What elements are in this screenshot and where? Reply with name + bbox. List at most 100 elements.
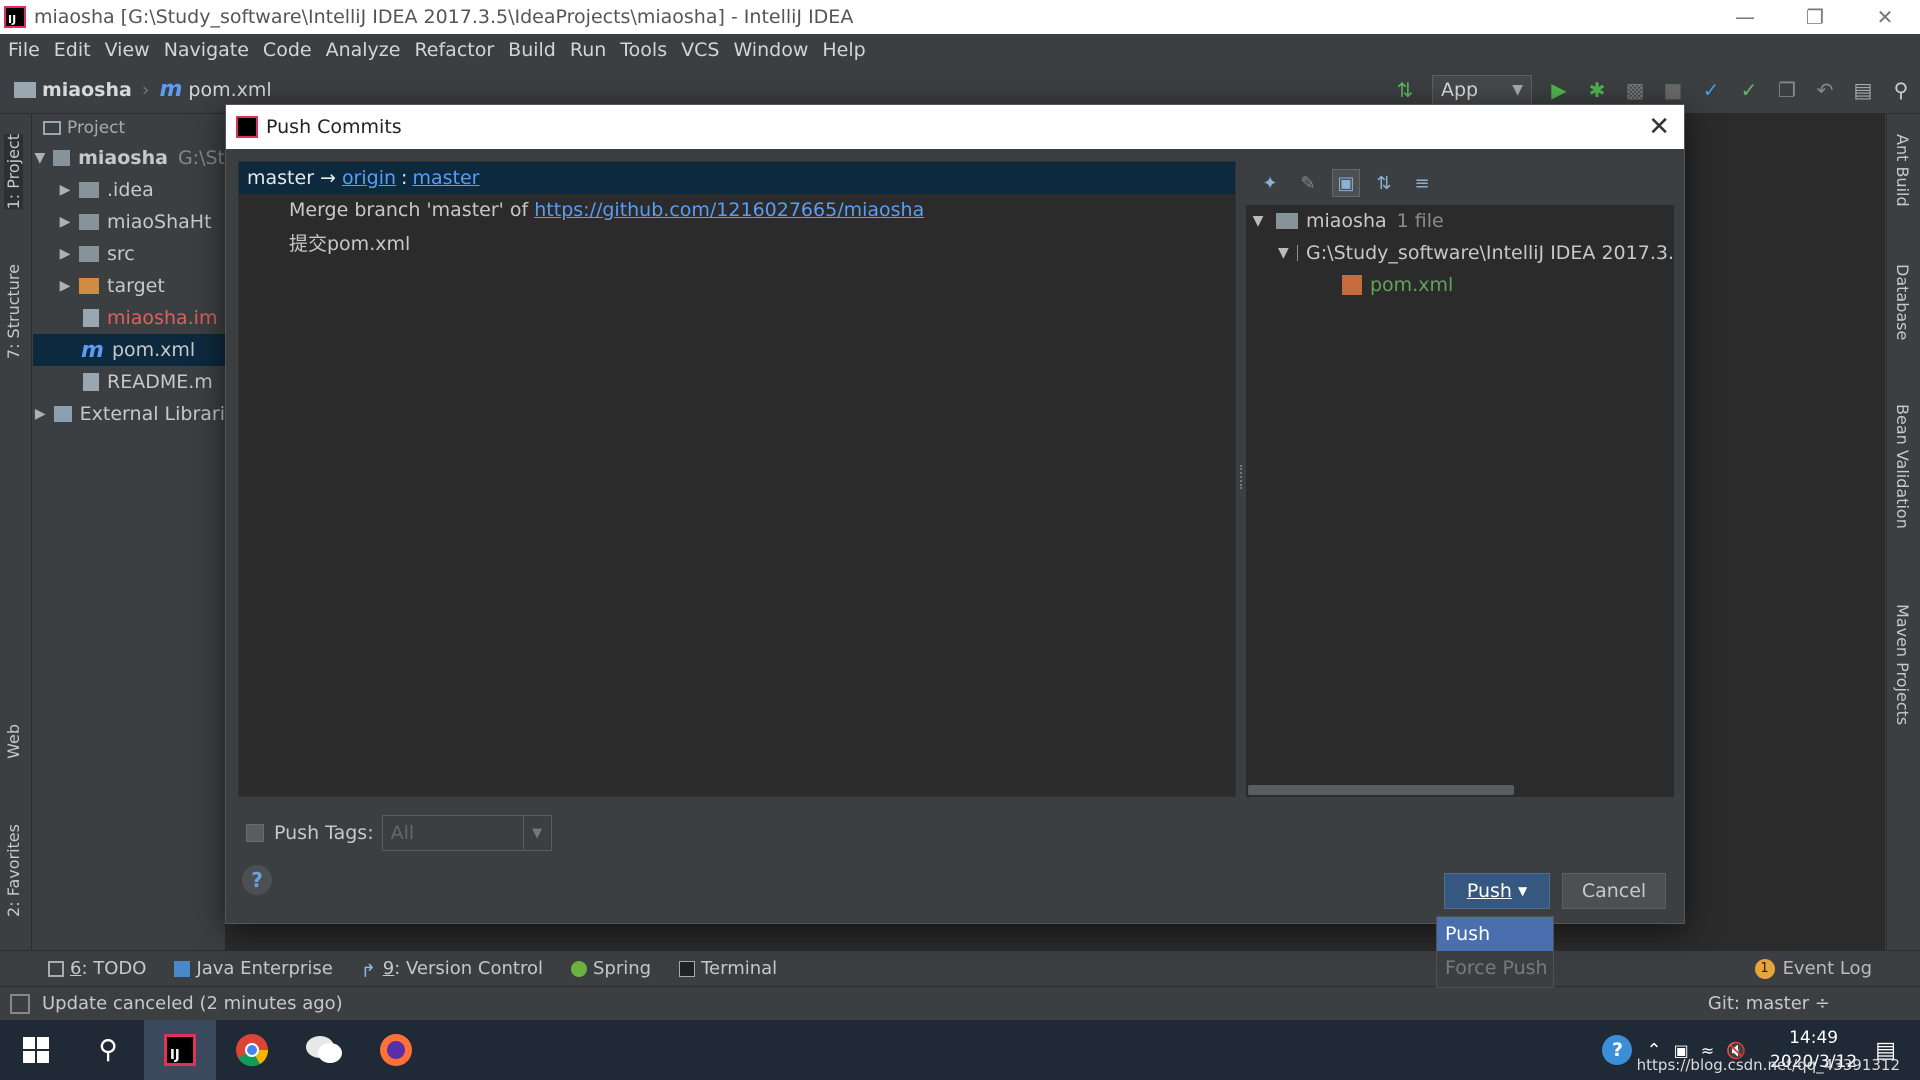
tab-structure[interactable]: 7: Structure: [4, 264, 23, 359]
menu-view[interactable]: View: [105, 39, 150, 61]
revert-icon[interactable]: ↶: [1810, 75, 1840, 105]
maven-icon: m: [81, 337, 104, 363]
scrollbar-thumb[interactable]: [1248, 785, 1514, 795]
menu-refactor[interactable]: Refactor: [414, 39, 494, 61]
tree-item[interactable]: ▶ src: [33, 238, 225, 270]
taskbar-firefox[interactable]: [360, 1020, 432, 1080]
tool-windows-toggle-icon[interactable]: [10, 993, 30, 1014]
run-configuration-select[interactable]: App ▼: [1432, 75, 1532, 105]
restore-button[interactable]: ❐: [1780, 0, 1850, 34]
collapse-all-icon[interactable]: ≡: [1408, 169, 1436, 197]
intellij-app-icon: IJ: [4, 6, 26, 28]
vcs-update-icon[interactable]: ✓: [1696, 75, 1726, 105]
tab-database[interactable]: Database: [1893, 264, 1912, 340]
menu-build[interactable]: Build: [508, 39, 556, 61]
tree-item[interactable]: ▶ miaoShaHt: [33, 206, 225, 238]
menu-run[interactable]: Run: [570, 39, 606, 61]
breadcrumb-file[interactable]: m pom.xml: [159, 77, 271, 102]
tab-ant-build[interactable]: Ant Build: [1893, 134, 1912, 207]
commit-row[interactable]: Merge branch 'master' of https://github.…: [239, 194, 1235, 226]
tab-vc-number: 9: [382, 958, 395, 979]
close-window-button[interactable]: ✕: [1850, 0, 1920, 34]
push-button[interactable]: Push ▼: [1444, 873, 1550, 909]
tab-spring-label: Spring: [593, 958, 652, 979]
remote-branch-link[interactable]: master: [412, 167, 479, 189]
edit-source-icon[interactable]: ✎: [1294, 169, 1322, 197]
tab-favorites[interactable]: 2: Favorites: [4, 824, 23, 917]
commit-row[interactable]: 提交pom.xml: [239, 226, 1235, 258]
menu-analyze[interactable]: Analyze: [326, 39, 401, 61]
debug-icon[interactable]: ✱: [1582, 75, 1612, 105]
tab-maven-projects[interactable]: Maven Projects: [1893, 604, 1912, 725]
tab-vc-label: : Version Control: [394, 958, 543, 979]
tab-spring[interactable]: Spring: [571, 958, 651, 979]
pane-splitter[interactable]: [1240, 465, 1244, 489]
help-tray-icon[interactable]: ?: [1602, 1035, 1633, 1065]
files-tree-root[interactable]: ▼ miaosha 1 file: [1246, 205, 1674, 237]
files-tree-file[interactable]: pom.xml: [1246, 269, 1674, 301]
vcs-compare-icon[interactable]: ❐: [1772, 75, 1802, 105]
start-button[interactable]: [0, 1020, 72, 1080]
tree-root[interactable]: ▼ miaosha G:\St: [33, 142, 225, 174]
tab-web[interactable]: Web: [4, 724, 23, 759]
menu-item-force-push[interactable]: Force Push: [1437, 951, 1553, 985]
menu-file[interactable]: File: [8, 39, 40, 61]
branch-row[interactable]: master → origin : master: [239, 162, 1235, 194]
tab-version-control[interactable]: ↱ 9: Version Control: [361, 958, 543, 982]
menu-item-push[interactable]: Push: [1437, 917, 1553, 951]
tab-project[interactable]: 1: Project: [4, 134, 23, 210]
menu-help[interactable]: Help: [822, 39, 865, 61]
project-panel-header[interactable]: Project: [33, 114, 225, 142]
search-icon[interactable]: ⚲: [1886, 75, 1916, 105]
help-button[interactable]: ?: [242, 865, 272, 895]
firefox-icon: [380, 1034, 412, 1066]
pin-icon[interactable]: ✦: [1256, 169, 1284, 197]
menu-edit[interactable]: Edit: [54, 39, 91, 61]
stop-icon[interactable]: ■: [1658, 75, 1688, 105]
menu-tools[interactable]: Tools: [620, 39, 667, 61]
tree-item[interactable]: README.m: [33, 366, 225, 398]
coverage-icon[interactable]: ▩: [1620, 75, 1650, 105]
tool-window-bar: 6: TODO Java Enterprise ↱ 9: Version Con…: [0, 950, 1920, 986]
collapsed-arrow-icon: ▶: [59, 214, 71, 230]
file-count: 1 file: [1396, 210, 1444, 232]
tab-event-log[interactable]: 1 Event Log: [1754, 958, 1872, 979]
menu-vcs[interactable]: VCS: [681, 39, 719, 61]
menu-bar: File Edit View Navigate Code Analyze Ref…: [0, 34, 1920, 66]
tree-item[interactable]: ▶ .idea: [33, 174, 225, 206]
tree-item[interactable]: ▶ External Librari: [33, 398, 225, 430]
group-by-directory-icon[interactable]: ▣: [1332, 169, 1360, 197]
project-structure-icon[interactable]: ▤: [1848, 75, 1878, 105]
tree-item-selected[interactable]: m pom.xml: [33, 334, 225, 366]
remote-link[interactable]: origin: [342, 167, 396, 189]
tree-item-label: src: [107, 243, 135, 265]
tab-terminal[interactable]: Terminal: [679, 958, 777, 979]
tab-bean-validation[interactable]: Bean Validation: [1893, 404, 1912, 529]
taskbar-wechat[interactable]: [288, 1020, 360, 1080]
files-tree-folder[interactable]: ▼ G:\Study_software\IntelliJ IDEA 2017.3…: [1246, 237, 1674, 269]
breadcrumb-project[interactable]: miaosha: [14, 79, 132, 101]
close-icon[interactable]: ✕: [1648, 112, 1670, 142]
menu-window[interactable]: Window: [733, 39, 808, 61]
push-tags-checkbox[interactable]: [246, 824, 264, 842]
tab-todo[interactable]: 6: TODO: [48, 958, 146, 979]
expand-all-icon[interactable]: ⇅: [1370, 169, 1398, 197]
horizontal-scrollbar[interactable]: [1246, 783, 1674, 797]
tab-java-enterprise[interactable]: Java Enterprise: [174, 958, 333, 979]
menu-navigate[interactable]: Navigate: [164, 39, 249, 61]
git-branch-widget[interactable]: Git: master ÷: [1708, 993, 1830, 1014]
minimize-button[interactable]: —: [1710, 0, 1780, 34]
taskbar-chrome[interactable]: [216, 1020, 288, 1080]
commit-url-link[interactable]: https://github.com/1216027665/miaosha: [534, 199, 924, 221]
tree-item[interactable]: miaosha.im: [33, 302, 225, 334]
vcs-commit-icon[interactable]: ✓: [1734, 75, 1764, 105]
push-tags-select[interactable]: All ▼: [381, 815, 552, 851]
tree-item[interactable]: ▶ target: [33, 270, 225, 302]
run-icon[interactable]: ▶: [1544, 75, 1574, 105]
search-taskbar-button[interactable]: ⚲: [72, 1020, 144, 1080]
build-icon[interactable]: ⇅: [1390, 75, 1420, 105]
cancel-button[interactable]: Cancel: [1562, 873, 1666, 909]
taskbar-intellij[interactable]: IJ: [144, 1020, 216, 1080]
xml-file-icon: [1342, 275, 1362, 295]
menu-code[interactable]: Code: [263, 39, 312, 61]
